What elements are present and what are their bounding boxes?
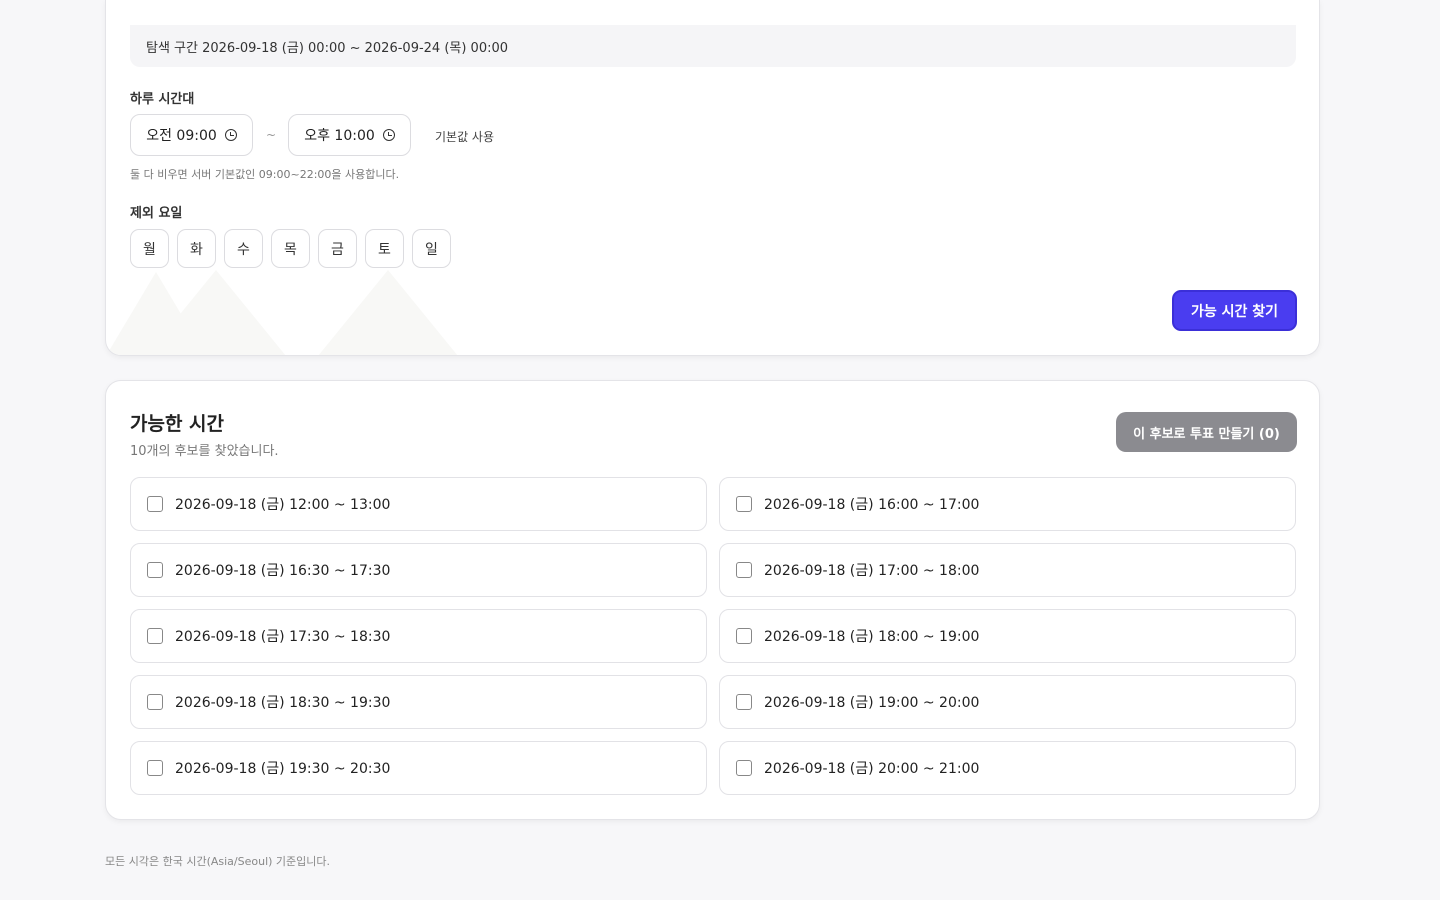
end-time-input[interactable]: 오후 10:00 <box>288 114 411 156</box>
clock-icon <box>224 129 237 141</box>
slot-checkbox[interactable] <box>736 562 752 578</box>
daily-time-label: 하루 시간대 <box>130 92 195 107</box>
clock-icon <box>382 129 395 141</box>
day-chip-fri[interactable]: 금 <box>318 229 357 268</box>
slot-option[interactable]: 2026-09-18 (금) 20:00 ~ 21:00 <box>719 741 1296 795</box>
slot-label: 2026-09-18 (금) 19:00 ~ 20:00 <box>764 695 980 711</box>
timezone-note: 모든 시각은 한국 시간(Asia/Seoul) 기준입니다. <box>105 855 331 868</box>
day-chip-mon[interactable]: 월 <box>130 229 169 268</box>
slot-checkbox[interactable] <box>736 496 752 512</box>
slot-label: 2026-09-18 (금) 16:00 ~ 17:00 <box>764 497 980 513</box>
slot-checkbox[interactable] <box>147 694 163 710</box>
day-chip-wed[interactable]: 수 <box>224 229 263 268</box>
day-chip-sat[interactable]: 토 <box>365 229 404 268</box>
slot-option[interactable]: 2026-09-18 (금) 17:00 ~ 18:00 <box>719 543 1296 597</box>
use-default-button[interactable]: 기본값 사용 <box>435 128 494 145</box>
slot-option[interactable]: 2026-09-18 (금) 18:30 ~ 19:30 <box>130 675 707 729</box>
background-decoration <box>318 270 458 355</box>
slot-option[interactable]: 2026-09-18 (금) 19:30 ~ 20:30 <box>130 741 707 795</box>
slot-label: 2026-09-18 (금) 16:30 ~ 17:30 <box>175 563 391 579</box>
slot-option[interactable]: 2026-09-18 (금) 19:00 ~ 20:00 <box>719 675 1296 729</box>
search-range: 탐색 구간 2026-09-18 (금) 00:00 ~ 2026-09-24 … <box>130 25 1296 67</box>
slot-option[interactable]: 2026-09-18 (금) 16:30 ~ 17:30 <box>130 543 707 597</box>
search-card: 탐색 구간 2026-09-18 (금) 00:00 ~ 2026-09-24 … <box>105 0 1320 356</box>
day-chip-thu[interactable]: 목 <box>271 229 310 268</box>
slot-label: 2026-09-18 (금) 17:00 ~ 18:00 <box>764 563 980 579</box>
time-hint: 둘 다 비우면 서버 기본값인 09:00~22:00을 사용합니다. <box>130 168 400 181</box>
slot-checkbox[interactable] <box>147 628 163 644</box>
slot-label: 2026-09-18 (금) 12:00 ~ 13:00 <box>175 497 391 513</box>
end-time-value: 오후 10:00 <box>304 128 375 144</box>
time-separator: ~ <box>266 128 277 142</box>
slot-label: 2026-09-18 (금) 17:30 ~ 18:30 <box>175 629 391 645</box>
results-count: 10개의 후보를 찾았습니다. <box>130 444 279 459</box>
slot-label: 2026-09-18 (금) 20:00 ~ 21:00 <box>764 761 980 777</box>
results-title: 가능한 시간 <box>130 413 225 435</box>
slot-option[interactable]: 2026-09-18 (금) 16:00 ~ 17:00 <box>719 477 1296 531</box>
slot-checkbox[interactable] <box>736 694 752 710</box>
start-time-value: 오전 09:00 <box>146 128 217 144</box>
day-chip-tue[interactable]: 화 <box>177 229 216 268</box>
slot-label: 2026-09-18 (금) 18:00 ~ 19:00 <box>764 629 980 645</box>
search-range-text: 탐색 구간 2026-09-18 (금) 00:00 ~ 2026-09-24 … <box>146 40 509 56</box>
slot-option[interactable]: 2026-09-18 (금) 17:30 ~ 18:30 <box>130 609 707 663</box>
slot-label: 2026-09-18 (금) 18:30 ~ 19:30 <box>175 695 391 711</box>
exclude-days-label: 제외 요일 <box>130 206 183 221</box>
slot-checkbox[interactable] <box>736 628 752 644</box>
background-decoration <box>146 270 286 355</box>
find-available-times-button[interactable]: 가능 시간 찾기 <box>1172 290 1297 331</box>
start-time-input[interactable]: 오전 09:00 <box>130 114 253 156</box>
slot-checkbox[interactable] <box>736 760 752 776</box>
day-chip-sun[interactable]: 일 <box>412 229 451 268</box>
page: 탐색 구간 2026-09-18 (금) 00:00 ~ 2026-09-24 … <box>0 0 1440 900</box>
slot-option[interactable]: 2026-09-18 (금) 18:00 ~ 19:00 <box>719 609 1296 663</box>
results-card: 가능한 시간 10개의 후보를 찾았습니다. 이 후보로 투표 만들기 (0) … <box>105 380 1320 820</box>
slot-checkbox[interactable] <box>147 496 163 512</box>
slot-checkbox[interactable] <box>147 760 163 776</box>
slot-checkbox[interactable] <box>147 562 163 578</box>
create-poll-button[interactable]: 이 후보로 투표 만들기 (0) <box>1116 412 1297 452</box>
slot-label: 2026-09-18 (금) 19:30 ~ 20:30 <box>175 761 391 777</box>
slot-option[interactable]: 2026-09-18 (금) 12:00 ~ 13:00 <box>130 477 707 531</box>
